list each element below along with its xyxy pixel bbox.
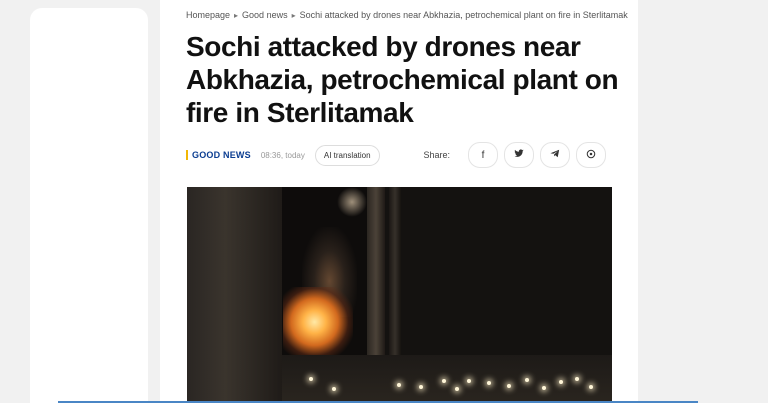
city-light: [455, 387, 459, 391]
city-light: [542, 386, 546, 390]
city-light: [397, 383, 401, 387]
fire-shape: [283, 287, 353, 357]
share-telegram-button[interactable]: [540, 142, 570, 168]
breadcrumb-current: Sochi attacked by drones near Abkhazia, …: [299, 10, 628, 20]
article-card: Homepage ▸ Good news ▸ Sochi attacked by dro…: [160, 0, 638, 403]
breadcrumb-good-news[interactable]: Good news: [242, 10, 288, 20]
share-facebook-button[interactable]: f: [468, 142, 498, 168]
city-light: [487, 381, 491, 385]
breadcrumb-separator: ▸: [291, 11, 296, 20]
share-label: Share:: [423, 150, 450, 160]
city-light: [575, 377, 579, 381]
article-photo[interactable]: [187, 187, 612, 403]
publish-time: 08:36, today: [260, 150, 305, 160]
telegram-icon: [550, 149, 560, 161]
ground-shape: [282, 355, 612, 403]
glow-shape: [337, 187, 367, 217]
city-light: [419, 385, 423, 389]
share-whatsapp-button[interactable]: [576, 142, 606, 168]
breadcrumb-homepage[interactable]: Homepage: [186, 10, 230, 20]
city-light: [525, 378, 529, 382]
city-light: [559, 380, 563, 384]
city-light: [467, 379, 471, 383]
twitter-icon: [514, 149, 524, 161]
city-light: [589, 385, 593, 389]
article-title: Sochi attacked by drones near Abkhazia, …: [186, 31, 619, 128]
city-light: [442, 379, 446, 383]
city-light: [309, 377, 313, 381]
breadcrumb: Homepage ▸ Good news ▸ Sochi attacked by dro…: [186, 10, 630, 20]
article-meta: GOOD NEWS 08:36, today AI translation Sh…: [186, 142, 606, 168]
left-sidebar-panel: [30, 8, 148, 403]
share-twitter-button[interactable]: [504, 142, 534, 168]
curtain-shape: [187, 187, 282, 403]
city-light: [332, 387, 336, 391]
share-bar: Share: f: [423, 142, 606, 168]
city-light: [507, 384, 511, 388]
ai-translation-badge[interactable]: AI translation: [314, 144, 380, 166]
breadcrumb-separator: ▸: [234, 11, 239, 20]
category-link[interactable]: GOOD NEWS: [186, 150, 251, 160]
facebook-icon: f: [481, 149, 485, 161]
whatsapp-icon: [586, 149, 596, 162]
